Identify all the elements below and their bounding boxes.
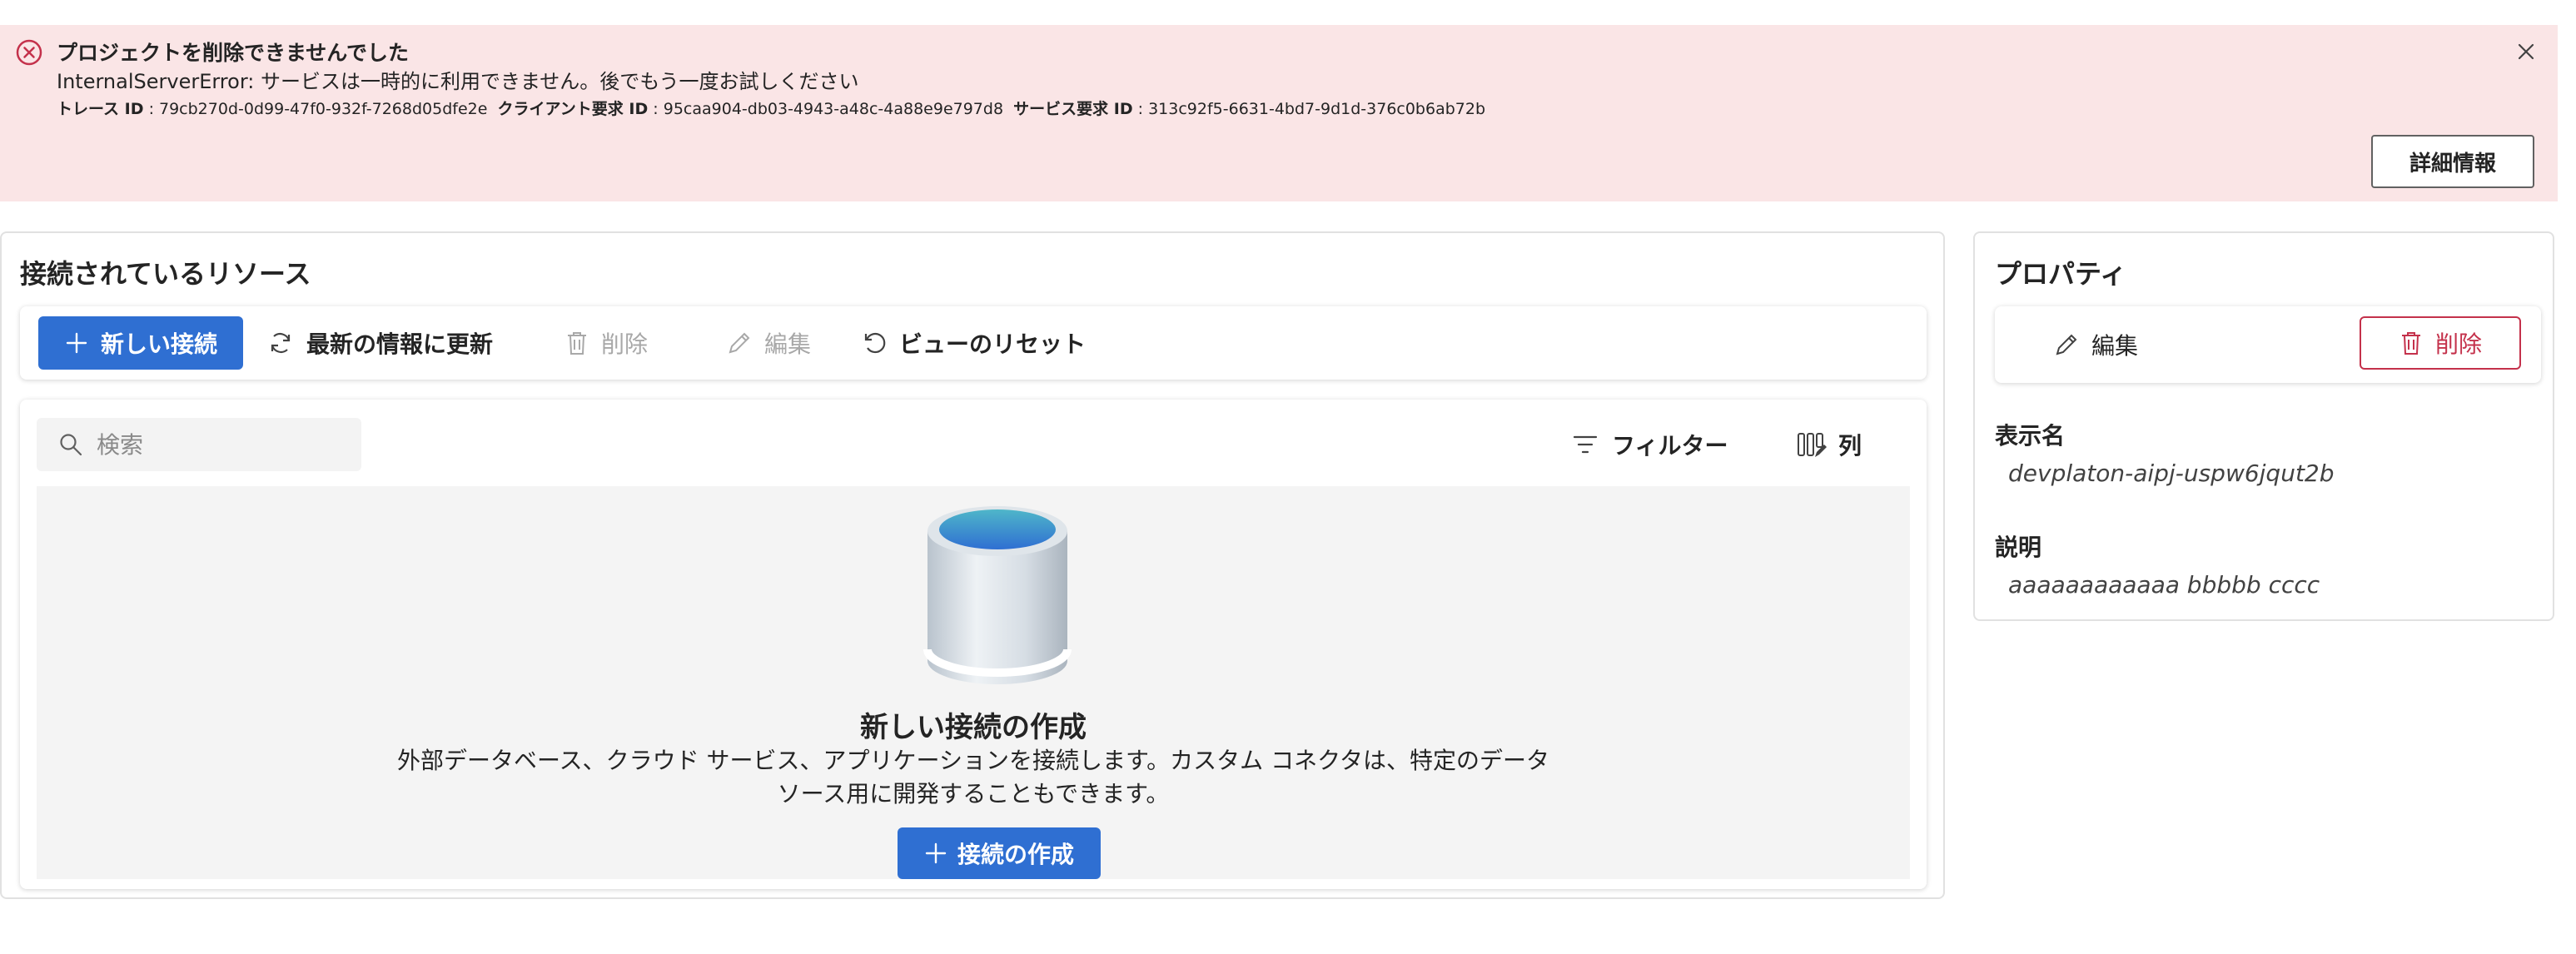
service-request-id-value: : 313c92f5-6631-4bd7-9d1d-376c0b6ab72b bbox=[1137, 100, 1486, 118]
client-request-id-value: : 95caa904-db03-4943-a48c-4a88e9e797d8 bbox=[653, 100, 1004, 118]
properties-edit-label: 編集 bbox=[2091, 332, 2139, 360]
properties-panel: プロパティ 編集 削除 表示名 devplaton-aipj-uspw6jqut… bbox=[1973, 231, 2554, 621]
columns-edit-icon bbox=[1798, 433, 1827, 457]
undo-icon bbox=[864, 332, 886, 354]
resources-list: フィルター 列 bbox=[20, 400, 1927, 889]
resources-toolbar: 新しい接続 最新の情報に更新 削除 編集 ビューのリセット bbox=[20, 306, 1927, 380]
error-message: InternalServerError: サービスは一時的に利用できません。後で… bbox=[57, 70, 859, 93]
details-button[interactable]: 詳細情報 bbox=[2371, 135, 2534, 188]
filter-label: フィルター bbox=[1612, 432, 1728, 460]
display-name-value: devplaton-aipj-uspw6jqut2b bbox=[2008, 460, 2335, 487]
description-label: 説明 bbox=[1995, 534, 2042, 561]
connected-resources-panel: 接続されているリソース 新しい接続 最新の情報に更新 削除 編集 ビューのリセッ… bbox=[0, 231, 1945, 899]
edit-label: 編集 bbox=[764, 330, 812, 358]
edit-button[interactable]: 編集 bbox=[726, 316, 811, 370]
properties-toolbar: 編集 削除 bbox=[1995, 306, 2541, 383]
columns-button[interactable]: 列 bbox=[1797, 418, 1862, 471]
close-icon[interactable] bbox=[2509, 35, 2543, 68]
service-request-id-label: サービス要求 ID bbox=[1013, 100, 1133, 118]
empty-state-description: 外部データベース、クラウド サービス、アプリケーションを接続します。カスタム コ… bbox=[397, 747, 1549, 807]
trash-icon bbox=[2401, 332, 2420, 355]
empty-state: 新しい接続の作成 外部データベース、クラウド サービス、アプリケーションを接続し… bbox=[37, 486, 1910, 879]
reset-view-label: ビューのリセット bbox=[899, 330, 1087, 358]
empty-state-title: 新しい接続の作成 bbox=[860, 711, 1087, 744]
error-title: プロジェクトを削除できませんでした bbox=[57, 41, 410, 65]
search-box[interactable] bbox=[37, 418, 361, 471]
filter-icon bbox=[1573, 435, 1598, 454]
client-request-id-label: クライアント要求 ID bbox=[497, 100, 649, 118]
refresh-label: 最新の情報に更新 bbox=[306, 330, 494, 358]
columns-label: 列 bbox=[1838, 432, 1862, 460]
refresh-icon bbox=[271, 333, 291, 353]
pencil-icon bbox=[729, 332, 750, 354]
error-ids: トレース ID : 79cb270d-0d99-47f0-932f-7268d0… bbox=[57, 97, 1485, 119]
create-connection-label: 接続の作成 bbox=[957, 841, 1074, 868]
new-connection-label: 新しい接続 bbox=[100, 330, 217, 358]
trash-icon bbox=[568, 332, 586, 355]
trace-id-label: トレース ID bbox=[57, 100, 144, 118]
trace-id-value: : 79cb270d-0d99-47f0-932f-7268d05dfe2e bbox=[148, 100, 488, 118]
pencil-icon bbox=[2056, 334, 2077, 355]
database-icon bbox=[923, 506, 1072, 684]
plus-icon bbox=[925, 842, 947, 864]
error-circle-icon bbox=[16, 39, 42, 66]
display-name-label: 表示名 bbox=[1995, 422, 2066, 450]
properties-edit-button[interactable]: 編集 bbox=[2053, 318, 2138, 371]
plus-icon bbox=[66, 332, 87, 354]
filter-button[interactable]: フィルター bbox=[1572, 418, 1728, 471]
create-connection-button[interactable]: 接続の作成 bbox=[898, 827, 1101, 879]
description-value: aaaaaaaaaaaa bbbbb cccc bbox=[2008, 571, 2320, 599]
error-banner: プロジェクトを削除できませんでした InternalServerError: サ… bbox=[0, 25, 2558, 201]
reset-view-button[interactable]: ビューのリセット bbox=[861, 316, 1086, 370]
properties-delete-label: 削除 bbox=[2434, 330, 2482, 358]
new-connection-button[interactable]: 新しい接続 bbox=[38, 316, 243, 370]
panel-title: 接続されているリソース bbox=[20, 258, 311, 290]
delete-label: 削除 bbox=[601, 330, 649, 358]
delete-button[interactable]: 削除 bbox=[564, 316, 648, 370]
properties-title: プロパティ bbox=[1995, 258, 2127, 290]
search-input[interactable] bbox=[97, 430, 346, 459]
refresh-button[interactable]: 最新の情報に更新 bbox=[266, 316, 493, 370]
search-icon bbox=[60, 434, 82, 456]
properties-delete-button[interactable]: 削除 bbox=[2360, 316, 2521, 370]
